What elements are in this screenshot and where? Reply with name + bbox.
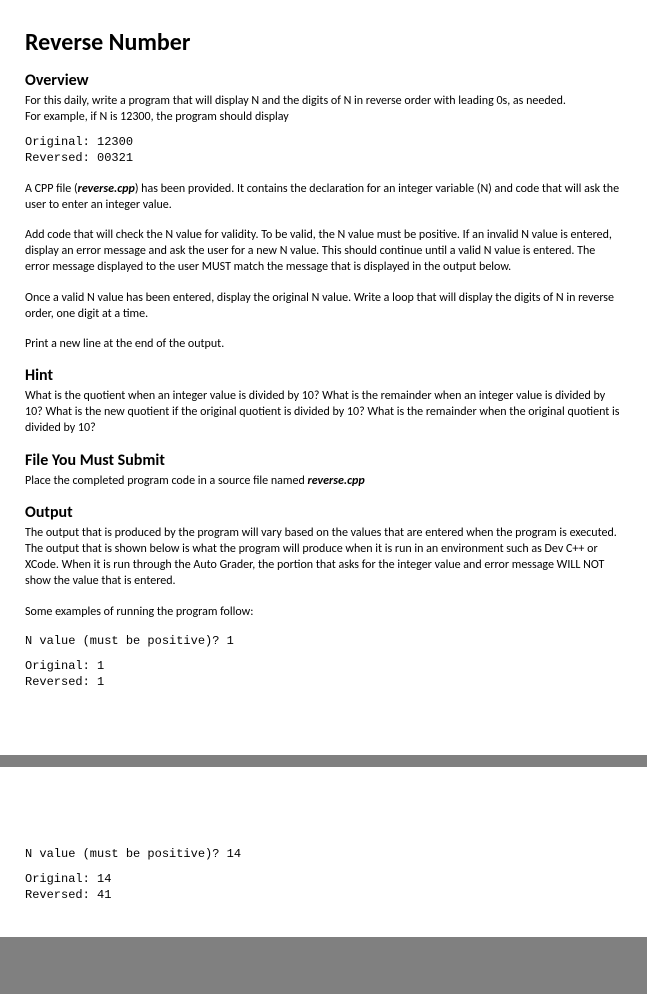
- overview-heading: Overview: [25, 71, 622, 90]
- document-title: Reverse Number: [25, 28, 622, 57]
- file-heading: File You Must Submit: [25, 451, 622, 470]
- file-name: reverse.cpp: [308, 474, 365, 488]
- overview-para-4: Once a valid N value has been entered, d…: [25, 290, 622, 322]
- output-example-2-output: Original: 14 Reversed: 41: [25, 872, 622, 903]
- output-example-1-input: N value (must be positive)? 1: [25, 634, 622, 650]
- overview-p2a: A CPP file (: [25, 182, 78, 196]
- output-heading: Output: [25, 503, 622, 522]
- overview-para-5: Print a new line at the end of the outpu…: [25, 336, 622, 352]
- output-para-1: The output that is produced by the progr…: [25, 525, 622, 590]
- overview-para-1b: For example, if N is 12300, the program …: [25, 109, 622, 125]
- file-p1a: Place the completed program code in a so…: [25, 474, 308, 488]
- page-1: Reverse Number Overview For this daily, …: [0, 0, 647, 755]
- overview-para-2: A CPP file (reverse.cpp) has been provid…: [25, 181, 622, 213]
- output-para-2: Some examples of running the program fol…: [25, 604, 622, 620]
- file-para-1: Place the completed program code in a so…: [25, 473, 622, 489]
- overview-para-3: Add code that will check the N value for…: [25, 227, 622, 276]
- output-example-1-output: Original: 1 Reversed: 1: [25, 659, 622, 690]
- page-2: N value (must be positive)? 14 Original:…: [0, 767, 647, 938]
- output-example-2-input: N value (must be positive)? 14: [25, 847, 622, 863]
- hint-heading: Hint: [25, 366, 622, 385]
- overview-file-name: reverse.cpp: [78, 182, 135, 196]
- overview-para-1a: For this daily, write a program that wil…: [25, 93, 622, 109]
- overview-code-example: Original: 12300 Reversed: 00321: [25, 135, 622, 166]
- hint-para-1: What is the quotient when an integer val…: [25, 388, 622, 437]
